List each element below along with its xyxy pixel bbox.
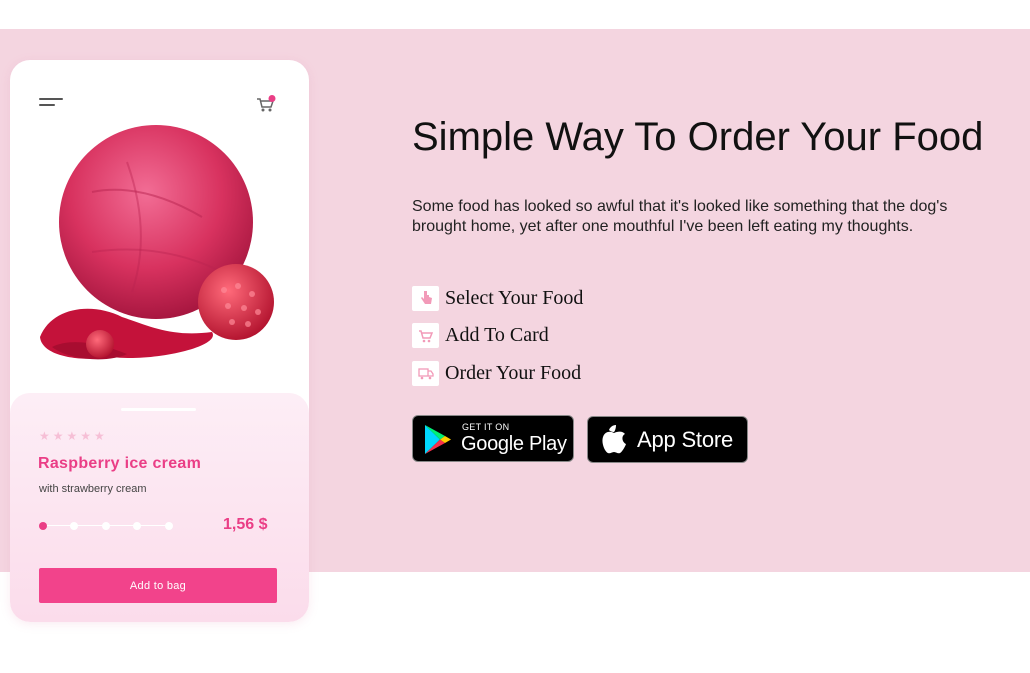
app-store-label: App Store (637, 427, 734, 452)
menu-icon[interactable] (39, 98, 65, 112)
google-play-icon (425, 425, 451, 454)
size-dot[interactable] (70, 522, 78, 530)
size-dot[interactable] (165, 522, 173, 530)
steps-list: Select Your Food Add To Card Order Your … (412, 285, 583, 398)
hand-pointer-icon (412, 285, 439, 311)
size-selector[interactable] (39, 520, 174, 532)
step-item: Order Your Food (412, 360, 583, 386)
phone-mockup: ★★★★★ Raspberry ice cream with strawberr… (10, 60, 309, 622)
step-label: Select Your Food (445, 286, 584, 309)
size-dot[interactable] (133, 522, 141, 530)
delivery-icon (412, 360, 439, 386)
apple-icon (602, 425, 626, 454)
step-item: Add To Card (412, 323, 583, 349)
google-play-caption: GET IT ON (462, 422, 510, 432)
add-to-bag-button[interactable]: Add to bag (39, 568, 277, 603)
product-name: Raspberry ice cream (38, 455, 202, 472)
step-item: Select Your Food (412, 285, 583, 311)
google-play-label: Google Play (461, 433, 567, 455)
card-handle[interactable] (121, 408, 196, 411)
step-label: Order Your Food (445, 361, 582, 384)
size-dot[interactable] (102, 522, 110, 530)
page-title: Simple Way To Order Your Food (412, 115, 984, 159)
hero-description: Some food has looked so awful that it's … (412, 198, 948, 235)
app-store-button[interactable]: App Store (587, 416, 748, 463)
size-dot[interactable] (39, 522, 47, 530)
product-subtitle: with strawberry cream (39, 483, 147, 495)
product-price: 1,56 $ (223, 516, 268, 533)
google-play-button[interactable]: GET IT ON Google Play (412, 415, 574, 462)
product-card: ★★★★★ Raspberry ice cream with strawberr… (10, 393, 309, 622)
ice-cream-image (40, 125, 274, 360)
cart-icon[interactable] (256, 95, 276, 115)
cart-icon (412, 323, 439, 348)
rating-stars[interactable]: ★★★★★ (39, 429, 108, 443)
step-label: Add To Card (445, 324, 549, 346)
